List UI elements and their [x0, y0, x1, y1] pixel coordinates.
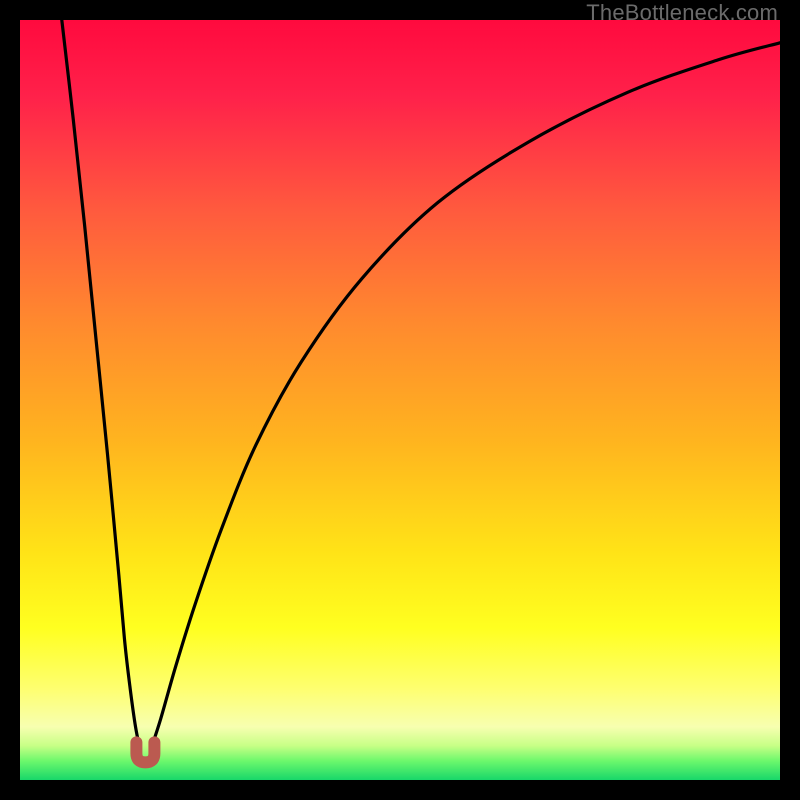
chart-frame	[20, 20, 780, 780]
bottleneck-chart	[20, 20, 780, 780]
gradient-background	[20, 20, 780, 780]
